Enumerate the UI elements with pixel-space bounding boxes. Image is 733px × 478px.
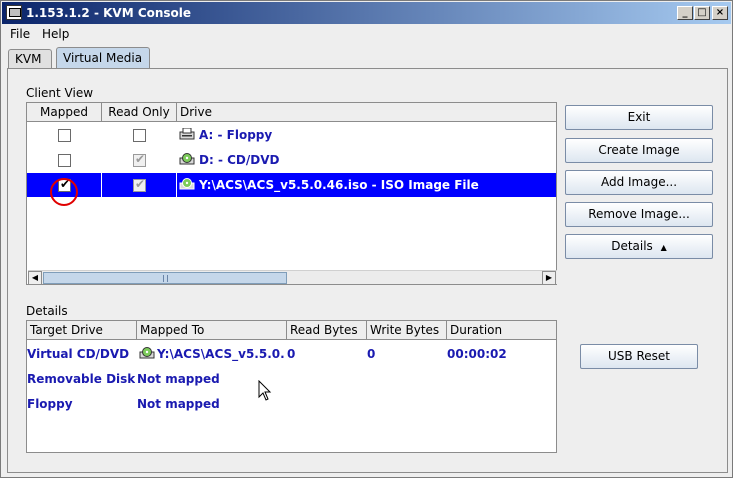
window-title: 1.153.1.2 - KVM Console — [26, 6, 192, 20]
column-mapped[interactable]: Mapped — [27, 103, 102, 122]
title-bar[interactable]: 1.153.1.2 - KVM Console _ □ × — [2, 2, 731, 24]
mapped-to-cell: Y:\ACS\ACS_v5.5.0.4... — [157, 347, 285, 361]
mapped-checkbox[interactable] — [58, 154, 71, 167]
column-drive[interactable]: Drive — [177, 103, 556, 122]
details-header: Target Drive Mapped To Read Bytes Write … — [27, 321, 556, 340]
menu-bar: File Help — [2, 24, 731, 45]
read-only-checkbox[interactable]: ✔ — [133, 152, 146, 167]
tab-virtual-media[interactable]: Virtual Media — [56, 47, 150, 70]
duration-cell: 00:00:02 — [447, 347, 507, 361]
cd-drive-icon — [139, 347, 155, 359]
check-icon: ✔ — [134, 177, 146, 191]
details-row[interactable]: Floppy Not mapped — [27, 392, 556, 416]
app-icon — [6, 5, 22, 20]
cd-drive-icon — [179, 178, 195, 190]
arrow-left-icon: ◀ — [31, 273, 39, 282]
check-icon: ✔ — [134, 152, 146, 166]
details-label: Details — [26, 304, 68, 318]
read-bytes-cell: 0 — [287, 347, 296, 361]
drive-label: Y:\ACS\ACS_v5.5.0.46.iso - ISO Image Fil… — [199, 178, 479, 192]
table-row[interactable]: ✔ D: - CD/DVD — [27, 148, 556, 172]
maximize-icon: □ — [697, 7, 707, 18]
scroll-left-button[interactable]: ◀ — [28, 271, 42, 285]
usb-reset-button[interactable]: USB Reset — [580, 344, 698, 369]
write-bytes-cell: 0 — [367, 347, 376, 361]
column-duration[interactable]: Duration — [447, 321, 556, 340]
drive-label: D: - CD/DVD — [199, 153, 280, 167]
chevron-up-icon: ▲ — [660, 243, 667, 252]
menu-help[interactable]: Help — [42, 27, 69, 41]
column-mapped-to[interactable]: Mapped To — [137, 321, 287, 340]
cd-drive-icon — [179, 153, 195, 165]
scrollbar-thumb[interactable] — [43, 272, 287, 284]
column-write-bytes[interactable]: Write Bytes — [367, 321, 447, 340]
details-row[interactable]: Removable Disk Not mapped — [27, 367, 556, 391]
scroll-right-button[interactable]: ▶ — [542, 271, 556, 285]
details-button[interactable]: Details ▲ — [565, 234, 713, 259]
arrow-right-icon: ▶ — [545, 273, 553, 282]
remove-image-button[interactable]: Remove Image... — [565, 202, 713, 227]
client-view-table: Mapped Read Only Drive A: - Floppy ✔ D: … — [26, 102, 557, 285]
minimize-button[interactable]: _ — [677, 6, 693, 20]
highlight-circle — [50, 178, 78, 206]
maximize-button[interactable]: □ — [694, 6, 710, 20]
table-row[interactable]: A: - Floppy — [27, 123, 556, 147]
target-drive-cell: Removable Disk — [27, 372, 135, 386]
details-row[interactable]: Virtual CD/DVD Y:\ACS\ACS_v5.5.0.4... 0 … — [27, 342, 556, 366]
minimize-icon: _ — [682, 7, 688, 18]
client-view-scrollbar[interactable]: ◀ ▶ — [28, 270, 557, 285]
read-only-checkbox[interactable]: ✔ — [133, 177, 146, 192]
exit-button[interactable]: Exit — [565, 105, 713, 130]
column-read-bytes[interactable]: Read Bytes — [287, 321, 367, 340]
kvm-console-window: 1.153.1.2 - KVM Console _ □ × File Help … — [0, 0, 733, 478]
close-icon: × — [715, 7, 725, 18]
add-image-button[interactable]: Add Image... — [565, 170, 713, 195]
column-target-drive[interactable]: Target Drive — [27, 321, 137, 340]
floppy-drive-icon — [179, 128, 195, 140]
table-row-selected[interactable]: ✔ ✔ Y:\ACS\ACS_v5.5.0.46.iso - ISO Image… — [27, 173, 556, 197]
client-view-label: Client View — [26, 86, 94, 100]
mouse-cursor-icon — [258, 380, 272, 401]
tab-strip: KVM Virtual Media — [2, 45, 731, 70]
menu-file[interactable]: File — [10, 27, 30, 41]
close-button[interactable]: × — [712, 6, 728, 20]
target-drive-cell: Virtual CD/DVD — [27, 347, 130, 361]
read-only-checkbox[interactable] — [133, 129, 146, 142]
details-button-label: Details — [611, 239, 653, 253]
column-read-only[interactable]: Read Only — [102, 103, 177, 122]
grip-icon — [163, 275, 168, 282]
drive-label: A: - Floppy — [199, 128, 273, 142]
client-view-header: Mapped Read Only Drive — [27, 103, 556, 122]
details-table: Target Drive Mapped To Read Bytes Write … — [26, 320, 557, 453]
create-image-button[interactable]: Create Image — [565, 138, 713, 163]
mapped-checkbox[interactable] — [58, 129, 71, 142]
target-drive-cell: Floppy — [27, 397, 73, 411]
virtual-media-panel: Client View Mapped Read Only Drive A: - … — [7, 68, 728, 473]
tab-kvm[interactable]: KVM — [8, 49, 52, 70]
